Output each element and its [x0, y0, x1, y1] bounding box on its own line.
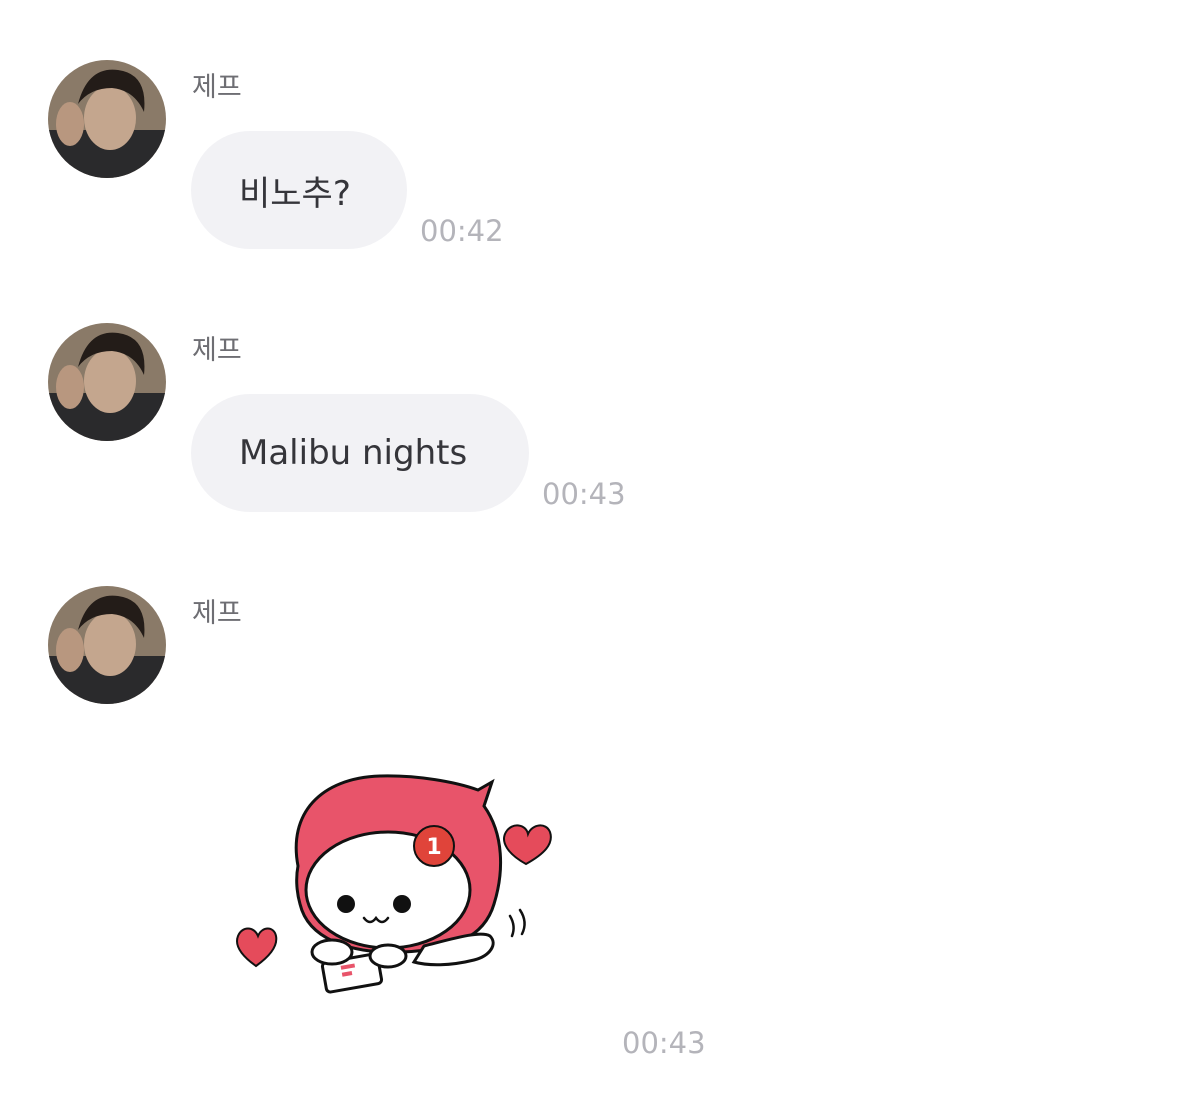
message-timestamp: 00:43	[542, 477, 626, 511]
avatar[interactable]	[48, 586, 166, 704]
heart-icon	[236, 927, 278, 968]
avatar[interactable]	[48, 323, 166, 441]
badge-count: 1	[426, 835, 441, 860]
sender-name: 제프	[192, 598, 242, 629]
sender-name: 제프	[192, 72, 242, 103]
notification-mascot-heart-sticker[interactable]: 1	[228, 770, 568, 1002]
avatar[interactable]	[48, 60, 166, 178]
sender-name: 제프	[192, 335, 242, 366]
message-timestamp: 00:43	[622, 1026, 706, 1060]
message-timestamp: 00:42	[420, 214, 504, 248]
heart-icon	[503, 824, 552, 866]
message-bubble[interactable]: Malibu nights	[191, 394, 529, 512]
message-bubble[interactable]: 비노추?	[191, 131, 407, 249]
